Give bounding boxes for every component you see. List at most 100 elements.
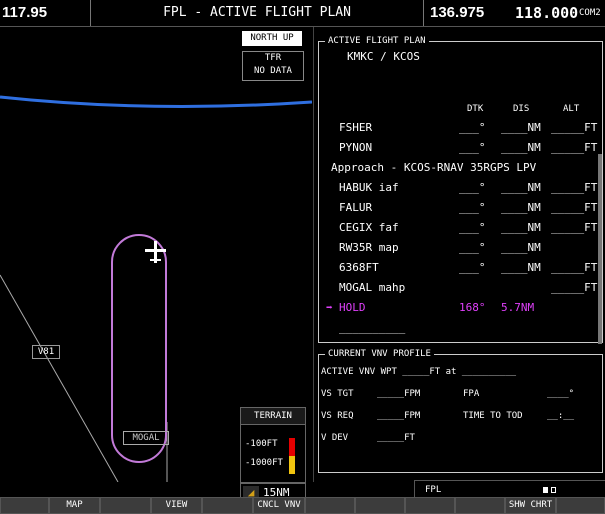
- column-header-alt: ALT: [563, 104, 580, 114]
- com1-frequency: 117.95: [2, 4, 48, 21]
- softkey-3[interactable]: [101, 498, 150, 513]
- terrain-title: TERRAIN: [241, 408, 305, 425]
- airway-line: [0, 274, 119, 482]
- waypoint-dis: 5.7NM: [501, 301, 535, 314]
- softkey-7[interactable]: [306, 498, 354, 513]
- fpa-value: ____°: [547, 389, 575, 399]
- column-header-dtk: DTK: [467, 104, 484, 114]
- aircraft-symbol: [145, 241, 166, 263]
- flight-plan-rows: FSHER ___° ____NM _____FT PYNON ___° ____NM __…: [319, 118, 602, 338]
- waypoint-dis: ____NM: [501, 141, 541, 154]
- terrain-legend: TERRAIN -100FT -1000FT: [240, 407, 306, 483]
- flight-plan-pane: ACTIVE FLIGHT PLAN KMKC / KCOS DTK DIS A…: [313, 27, 605, 503]
- time-to-tod-value: __:__: [547, 411, 575, 421]
- waypoint-dtk: ___°: [459, 261, 486, 274]
- softkey-bar: MAP VIEW CNCL VNV SHW CHRT: [0, 497, 605, 514]
- waypoint-name: __________: [339, 321, 406, 334]
- waypoint-name: RW35R map: [339, 241, 399, 254]
- waypoint-name: MOGAL mahp: [339, 281, 406, 294]
- page-title: FPL - ACTIVE FLIGHT PLAN: [90, 0, 424, 26]
- softkey-cncl-vnv[interactable]: CNCL VNV: [254, 498, 304, 513]
- waypoint-row[interactable]: PYNON ___° ____NM _____FT: [319, 138, 602, 158]
- tfr-label: TFR: [264, 53, 282, 63]
- waypoint-dtk: ___°: [459, 141, 486, 154]
- waypoint-dis: ____NM: [501, 261, 541, 274]
- fpa-label: FPA: [463, 389, 480, 399]
- waypoint-dtk: ___°: [459, 221, 486, 234]
- vs-required-label: VS REQ: [321, 411, 354, 421]
- time-to-tod-label: TIME TO TOD: [463, 411, 523, 421]
- airway-label: V81: [32, 345, 60, 359]
- softkey-view[interactable]: VIEW: [152, 498, 201, 513]
- com-standby-frequency: 118.000: [515, 4, 579, 22]
- approach-name: Approach - KCOS-RNAV 35RGPS LPV: [331, 161, 537, 174]
- terrain-level-1: -100FT: [245, 439, 278, 449]
- active-flight-plan-group: ACTIVE FLIGHT PLAN KMKC / KCOS DTK DIS A…: [318, 35, 603, 344]
- waypoint-dis: ____NM: [501, 221, 541, 234]
- com-radio-label: COM2: [579, 8, 601, 18]
- softkey-5[interactable]: [203, 498, 252, 513]
- waypoint-alt: _____FT: [551, 221, 598, 234]
- top-status-bar: 117.95 FPL - ACTIVE FLIGHT PLAN 136.975 …: [0, 0, 605, 27]
- terrain-level-2: -1000FT: [245, 458, 283, 468]
- waypoint-name: HOLD: [339, 301, 366, 314]
- vertical-deviation-value: _____FT: [377, 433, 415, 443]
- fix-label: MOGAL: [123, 431, 169, 445]
- softkey-shw-chrt[interactable]: SHW CHRT: [506, 498, 555, 513]
- waypoint-row[interactable]: HABUK iaf ___° ____NM _____FT: [319, 178, 602, 198]
- waypoint-name: PYNON: [339, 141, 373, 154]
- vs-target-label: VS TGT: [321, 389, 354, 399]
- active-leg-row[interactable]: ➡ HOLD 168° 5.7NM: [319, 298, 602, 318]
- waypoint-dtk: 168°: [459, 301, 486, 314]
- waypoint-name: 6368FT: [339, 261, 379, 274]
- waypoint-alt: _____FT: [551, 261, 598, 274]
- softkey-9[interactable]: [406, 498, 454, 513]
- waypoint-dtk: ___°: [459, 121, 486, 134]
- waypoint-alt: _____FT: [551, 201, 598, 214]
- softkey-10[interactable]: [456, 498, 504, 513]
- waypoint-name: FALUR: [339, 201, 373, 214]
- mfd-screen: 117.95 FPL - ACTIVE FLIGHT PLAN 136.975 …: [0, 0, 605, 514]
- active-vnv-waypoint: ACTIVE VNV WPT _____FT at __________: [321, 367, 517, 377]
- vertical-deviation-label: V DEV: [321, 433, 349, 443]
- softkey-map[interactable]: MAP: [50, 498, 99, 513]
- waypoint-row[interactable]: RW35R map ___° ____NM: [319, 238, 602, 258]
- terrain-yellow-bar: [289, 456, 295, 474]
- moving-map[interactable]: NORTH UP TFR NO DATA V81 MOGAL TERRAIN -…: [0, 27, 312, 503]
- approach-header-row[interactable]: Approach - KCOS-RNAV 35RGPS LPV: [319, 158, 602, 178]
- page-indicator-inactive-icon: [551, 487, 556, 493]
- vs-target-value: _____FPM: [377, 389, 421, 399]
- holding-pattern: [111, 234, 167, 463]
- vs-required-value: _____FPM: [377, 411, 421, 421]
- waypoint-alt: _____FT: [551, 121, 598, 134]
- empty-waypoint-row[interactable]: __________: [319, 318, 602, 338]
- com-active-frequency: 136.975: [430, 4, 485, 21]
- waypoint-row[interactable]: 6368FT ___° ____NM _____FT: [319, 258, 602, 278]
- softkey-8[interactable]: [356, 498, 404, 513]
- terrain-red-bar: [289, 438, 295, 456]
- map-orientation-label[interactable]: NORTH UP: [242, 31, 302, 46]
- active-flight-plan-label: ACTIVE FLIGHT PLAN: [325, 35, 429, 47]
- softkey-1[interactable]: [1, 498, 48, 513]
- waypoint-row[interactable]: MOGAL mahp _____FT: [319, 278, 602, 298]
- waypoint-name: CEGIX faf: [339, 221, 399, 234]
- waypoint-alt: _____FT: [551, 281, 598, 294]
- waypoint-dtk: ___°: [459, 201, 486, 214]
- waypoint-row[interactable]: CEGIX faf ___° ____NM _____FT: [319, 218, 602, 238]
- column-header-dis: DIS: [513, 104, 530, 114]
- waypoint-name: FSHER: [339, 121, 373, 134]
- vnv-profile-group: CURRENT VNV PROFILE ACTIVE VNV WPT _____…: [318, 348, 603, 473]
- tfr-status-box: TFR NO DATA: [242, 51, 304, 81]
- waypoint-dtk: ___°: [459, 181, 486, 194]
- waypoint-dtk: ___°: [459, 241, 486, 254]
- flight-plan-scrollbar[interactable]: [598, 154, 602, 344]
- tfr-status: NO DATA: [254, 66, 292, 76]
- waypoint-dis: ____NM: [501, 121, 541, 134]
- waypoint-row[interactable]: FALUR ___° ____NM _____FT: [319, 198, 602, 218]
- page-indicator-active-icon: [543, 487, 548, 493]
- softkey-12[interactable]: [557, 498, 604, 513]
- flight-plan-route: KMKC / KCOS: [347, 50, 420, 63]
- waypoint-dis: ____NM: [501, 181, 541, 194]
- waypoint-row[interactable]: FSHER ___° ____NM _____FT: [319, 118, 602, 138]
- waypoint-dis: ____NM: [501, 201, 541, 214]
